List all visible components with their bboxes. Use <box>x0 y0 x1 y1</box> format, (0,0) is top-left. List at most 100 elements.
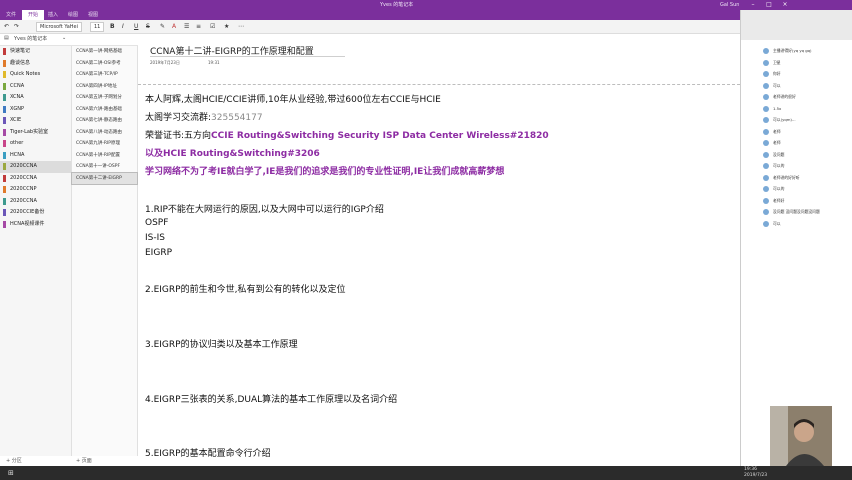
page-item[interactable]: CCNA第六讲-路由基础 <box>72 104 137 116</box>
section-item[interactable]: XGNP <box>0 104 71 116</box>
section-item[interactable]: 2020CCNA <box>0 173 71 185</box>
outline-item-1[interactable]: 1.RIP不能在大网运行的原因,以及大网中可以运行的IGP介绍 <box>145 202 384 215</box>
section-label: XCIE <box>10 117 22 123</box>
add-section-button[interactable]: + 分区 <box>6 456 22 466</box>
section-item[interactable]: Tiger-Lab实验室 <box>0 127 71 139</box>
page-item[interactable]: CCNA第五讲-子网划分 <box>72 92 137 104</box>
section-item[interactable]: Quick Notes <box>0 69 71 81</box>
section-item[interactable]: HCNA视频课件 <box>0 219 71 231</box>
tab-insert[interactable]: 插入 <box>48 10 58 20</box>
page-item[interactable]: CCNA第七讲-静态路由 <box>72 115 137 127</box>
font-size-select[interactable]: 11 <box>90 22 105 32</box>
account-name[interactable]: Gal Sun <box>720 0 739 10</box>
live-chat-panel: 主播讲得好(yq yq gq) 卫星 你好 可以 老师讲的很好 1.5x 可以(yqm)..… <box>740 10 852 466</box>
section-item[interactable]: 2020CCNA <box>0 161 71 173</box>
section-item[interactable]: CCNA <box>0 81 71 93</box>
notebook-name[interactable]: Yves 的笔记本 <box>14 35 47 42</box>
outline-item-4[interactable]: 4.EIGRP三张表的关系,DUAL算法的基本工作原理以及名词介绍 <box>145 392 397 405</box>
page-item[interactable]: CCNA第十一讲-OSPF <box>72 161 137 173</box>
minimize-icon[interactable]: – <box>746 0 760 10</box>
page-item[interactable]: CCNA第十二讲-EIGRP <box>71 171 138 185</box>
section-item[interactable]: 2020CCNP <box>0 184 71 196</box>
presenter-icon <box>770 406 832 466</box>
underline-button[interactable]: U <box>134 22 138 32</box>
page-item[interactable]: CCNA第四讲-IP地址 <box>72 81 137 93</box>
tag-icon[interactable]: ★ <box>224 22 229 32</box>
title-underline <box>150 56 345 57</box>
section-color-tab <box>3 105 6 113</box>
outline-item-5[interactable]: 5.EIGRP的基本配置命令行介绍 <box>145 446 271 459</box>
outline-item-3[interactable]: 3.EIGRP的协议归类以及基本工作原理 <box>145 337 298 350</box>
chat-avatar <box>763 117 769 123</box>
page-item[interactable]: CCNA第三讲-TCP/IP <box>72 69 137 81</box>
section-item[interactable]: 2020CCNA <box>0 196 71 208</box>
start-icon[interactable]: ⊞ <box>8 469 14 477</box>
italic-button[interactable]: I <box>122 22 124 32</box>
outline-item-2[interactable]: 2.EIGRP的前生和今世,私有到公有的转化以及定位 <box>145 282 345 295</box>
chat-message: 卫星 <box>773 59 781 65</box>
section-color-tab <box>3 163 6 170</box>
intro-line-1[interactable]: 本人阿辉,太阁HCIE/CCIE讲师,10年从业经验,带过600位左右CCIE与… <box>145 92 441 105</box>
font-family-select[interactable]: Microsoft YaHei <box>36 22 82 32</box>
formatting-toolbar: ↶ ↷ Microsoft YaHei 11 B I U S ✎ A ☰ ≡ ☑… <box>0 20 852 34</box>
numbering-icon[interactable]: ≡ <box>196 22 201 32</box>
section-label: XCNA <box>10 94 24 100</box>
page-date: 2019年7月23日 <box>150 60 180 65</box>
page-item[interactable]: CCNA第九讲-RIP原理 <box>72 138 137 150</box>
section-color-tab <box>3 117 6 124</box>
section-color-tab <box>3 174 6 182</box>
intro-line-4[interactable]: 以及HCIE Routing&Switching#3206 <box>145 146 320 159</box>
highlight-icon[interactable]: ✎ <box>160 22 165 32</box>
tab-view[interactable]: 视图 <box>88 10 98 20</box>
page-item[interactable]: CCNA第八讲-动态路由 <box>72 127 137 139</box>
chat-message: 可以的 <box>773 163 785 168</box>
section-item[interactable]: XCNA <box>0 92 71 104</box>
section-item[interactable]: HCNA <box>0 150 71 162</box>
maximize-icon[interactable]: □ <box>762 0 776 10</box>
section-color-tab <box>3 140 6 147</box>
qq-group-label: 太阁学习交流群: <box>145 113 212 123</box>
qq-group-number: 325554177 <box>211 113 263 123</box>
intro-line-2[interactable]: 太阁学习交流群:325554177 <box>145 110 263 123</box>
chat-avatar <box>763 128 769 135</box>
section-item[interactable]: XCIE <box>0 115 71 127</box>
page-item[interactable]: CCNA第二讲-OSI参考 <box>72 58 137 70</box>
tab-draw[interactable]: 绘图 <box>68 10 78 20</box>
taskbar-time: 19:36 <box>744 467 757 472</box>
tab-file[interactable]: 文件 <box>6 10 16 20</box>
chat-header <box>741 10 852 40</box>
section-color-tab <box>3 59 6 67</box>
chevron-down-icon[interactable]: ⌄ <box>62 35 66 41</box>
outline-item-1-isis[interactable]: IS-IS <box>145 233 165 243</box>
section-item[interactable]: 趣谈信息 <box>0 58 71 70</box>
chat-message: 老师 <box>773 140 781 145</box>
outline-item-1-ospf[interactable]: OSPF <box>145 218 168 228</box>
add-page-button[interactable]: + 页面 <box>76 456 92 466</box>
section-label: 2020CCNA <box>10 197 37 204</box>
more-icon[interactable]: ⋯ <box>238 22 244 32</box>
tab-home[interactable]: 开始 <box>22 10 45 20</box>
notebook-header[interactable]: ▤ Yves 的笔记本 ⌄ <box>0 34 138 46</box>
section-item[interactable]: other <box>0 138 71 150</box>
chat-avatar <box>763 220 769 227</box>
separator-line <box>138 84 740 85</box>
page-item[interactable]: CCNA第一讲-网络基础 <box>72 46 137 58</box>
undo-icon[interactable]: ↶ <box>4 22 9 32</box>
chat-message: 可以(yqm)... <box>773 117 796 122</box>
intro-line-3[interactable]: 荣誉证书:五方向CCIE Routing&Switching Security … <box>145 128 549 141</box>
close-icon[interactable]: × <box>778 0 792 10</box>
chat-message: 没问题 没问题没问题没问题 <box>773 209 820 214</box>
redo-icon[interactable]: ↷ <box>14 22 19 32</box>
bullets-icon[interactable]: ☰ <box>184 22 189 32</box>
page-canvas[interactable]: CCNA第十二讲-EIGRP的工作原理和配置 2019年7月23日 19:31 … <box>138 34 740 466</box>
section-item[interactable]: 2020CCIE备份 <box>0 207 71 219</box>
outline-item-1-eigrp[interactable]: EIGRP <box>145 248 172 258</box>
font-color-icon[interactable]: A <box>172 22 176 32</box>
section-item[interactable]: 快速笔记 <box>0 46 71 58</box>
checkbox-icon[interactable]: ☑ <box>210 22 215 32</box>
chat-avatar <box>763 186 769 192</box>
bold-button[interactable]: B <box>110 22 115 32</box>
intro-line-5[interactable]: 学习网络不为了考IE就白学了,IE是我们的追求是我们的专业性证明,IE让我们成就… <box>145 164 504 177</box>
strikethrough-button[interactable]: S <box>146 22 150 32</box>
page-item[interactable]: CCNA第十讲-RIP配置 <box>72 150 137 162</box>
